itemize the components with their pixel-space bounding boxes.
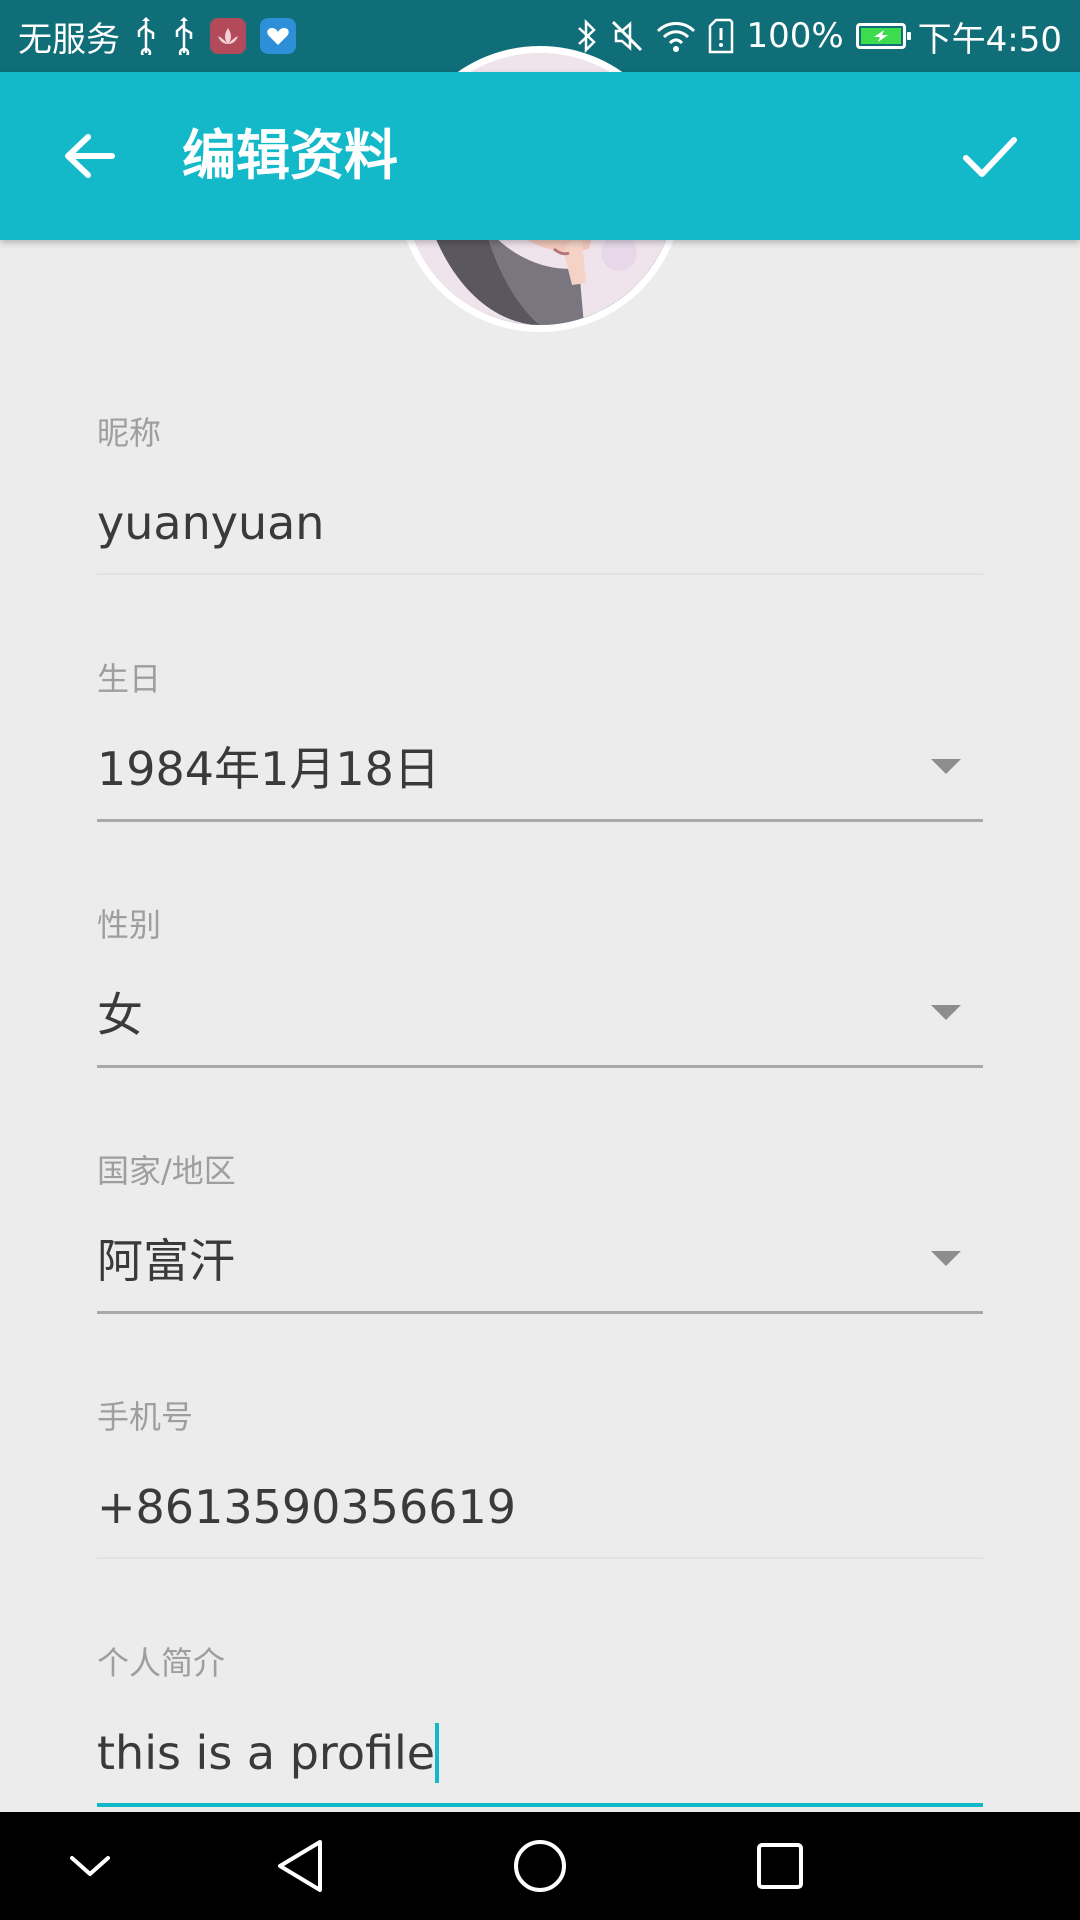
nav-back-button[interactable] — [260, 1826, 340, 1906]
gender-select[interactable]: 女 — [97, 985, 143, 1045]
recents-square-icon — [757, 1843, 803, 1889]
dropdown-arrow-icon[interactable] — [931, 759, 961, 774]
phone-label: 手机号 — [97, 1398, 194, 1436]
heart-app-icon — [260, 18, 296, 54]
dropdown-arrow-icon[interactable] — [931, 1005, 961, 1020]
nickname-label: 昵称 — [97, 414, 162, 452]
usb-icon — [175, 17, 193, 55]
carrier-text: 无服务 — [18, 19, 120, 60]
confirm-button[interactable] — [940, 106, 1040, 206]
birthday-select[interactable]: 1984年1月18日 — [97, 739, 440, 799]
nav-recents-button[interactable] — [740, 1826, 820, 1906]
back-triangle-icon — [278, 1840, 322, 1892]
gender-underline — [97, 1065, 983, 1068]
lotus-app-icon — [210, 18, 246, 54]
phone-input[interactable]: +8613590356619 — [97, 1477, 516, 1537]
nav-home-button[interactable] — [500, 1826, 580, 1906]
country-select[interactable]: 阿富汗 — [97, 1231, 235, 1291]
battery-percent: 100% — [746, 16, 844, 56]
wifi-icon — [657, 22, 696, 52]
text-cursor — [435, 1723, 440, 1783]
birthday-underline — [97, 819, 983, 822]
bluetooth-icon — [578, 18, 597, 54]
page-title: 编辑资料 — [182, 124, 398, 187]
birthday-label: 生日 — [97, 660, 162, 698]
battery-charging-icon — [855, 23, 911, 49]
bio-input[interactable]: this is a profile — [97, 1723, 440, 1783]
sim-alert-icon — [709, 18, 734, 54]
usb-icon — [137, 17, 155, 55]
navigation-bar — [0, 1812, 1080, 1920]
dropdown-arrow-icon[interactable] — [931, 1251, 961, 1266]
bio-input-text: this is a profile — [97, 1726, 436, 1780]
mute-icon — [612, 20, 643, 52]
nickname-input[interactable]: yuanyuan — [97, 493, 324, 553]
phone-underline — [97, 1557, 983, 1559]
bio-underline — [97, 1803, 983, 1807]
hide-nav-button[interactable] — [50, 1826, 130, 1906]
app-bar: 编辑资料 — [0, 72, 1080, 240]
nickname-underline — [97, 573, 983, 575]
bio-label: 个人简介 — [97, 1644, 226, 1682]
chevron-down-icon — [70, 1856, 110, 1876]
arrow-left-icon — [65, 134, 115, 178]
clock: 下午4:50 — [917, 19, 1062, 60]
country-label: 国家/地区 — [97, 1152, 236, 1190]
status-bar-right: 100% 下午4:50 — [564, 12, 1062, 61]
check-icon — [963, 137, 1017, 177]
gender-label: 性别 — [97, 906, 162, 944]
back-button[interactable] — [40, 106, 140, 206]
status-bar-left: 无服务 — [18, 12, 310, 61]
home-circle-icon — [514, 1840, 566, 1892]
country-underline — [97, 1311, 983, 1314]
